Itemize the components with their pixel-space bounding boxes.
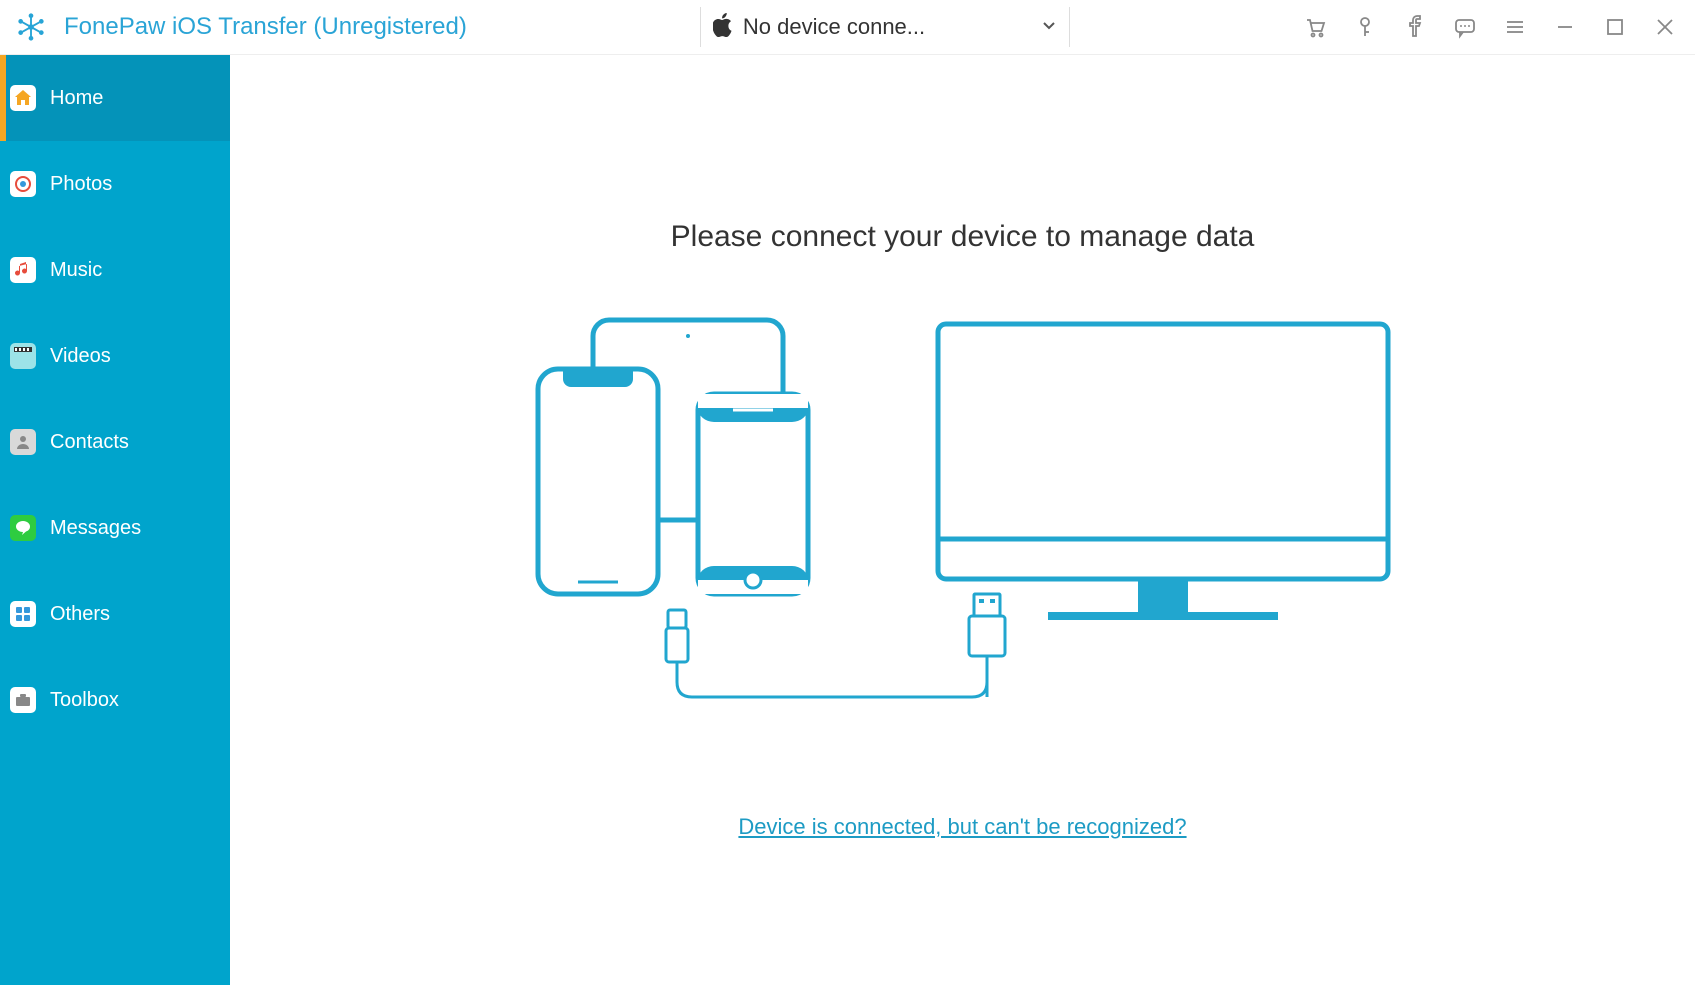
contacts-icon: [10, 429, 36, 455]
home-icon: [10, 85, 36, 111]
feedback-icon[interactable]: [1453, 15, 1477, 39]
facebook-icon[interactable]: [1403, 15, 1427, 39]
sidebar-item-label: Messages: [50, 517, 141, 540]
others-icon: [10, 601, 36, 627]
cart-icon[interactable]: [1303, 15, 1327, 39]
messages-icon: [10, 515, 36, 541]
app-title: FonePaw iOS Transfer (Unregistered): [64, 13, 467, 41]
sidebar-item-others[interactable]: Others: [0, 571, 230, 657]
menu-icon[interactable]: [1503, 15, 1527, 39]
sidebar-item-label: Contacts: [50, 431, 129, 454]
device-selector[interactable]: No device conne...: [700, 7, 1070, 47]
connect-headline: Please connect your device to manage dat…: [671, 220, 1255, 254]
sidebar-item-videos[interactable]: Videos: [0, 313, 230, 399]
sidebar-item-toolbox[interactable]: Toolbox: [0, 657, 230, 743]
chevron-down-icon: [1041, 17, 1057, 38]
sidebar: Home Photos Music Videos: [0, 55, 230, 985]
sidebar-item-label: Music: [50, 259, 102, 282]
videos-icon: [10, 343, 36, 369]
maximize-button[interactable]: [1603, 15, 1627, 39]
music-icon: [10, 257, 36, 283]
sidebar-item-home[interactable]: Home: [0, 55, 230, 141]
main-content: Please connect your device to manage dat…: [230, 55, 1695, 985]
sidebar-item-messages[interactable]: Messages: [0, 485, 230, 571]
toolbar-right: [1303, 15, 1695, 39]
sidebar-item-photos[interactable]: Photos: [0, 141, 230, 227]
sidebar-item-label: Toolbox: [50, 689, 119, 712]
close-button[interactable]: [1653, 15, 1677, 39]
toolbox-icon: [10, 687, 36, 713]
photos-icon: [10, 171, 36, 197]
connect-illustration: [528, 314, 1398, 739]
key-icon[interactable]: [1353, 15, 1377, 39]
not-recognized-link[interactable]: Device is connected, but can't be recogn…: [738, 814, 1186, 840]
sidebar-item-label: Videos: [50, 345, 111, 368]
sidebar-item-label: Others: [50, 603, 110, 626]
app-logo-icon: [16, 12, 46, 42]
sidebar-item-label: Home: [50, 87, 103, 110]
sidebar-item-music[interactable]: Music: [0, 227, 230, 313]
minimize-button[interactable]: [1553, 15, 1577, 39]
apple-icon: [713, 13, 733, 41]
sidebar-item-contacts[interactable]: Contacts: [0, 399, 230, 485]
title-bar: FonePaw iOS Transfer (Unregistered) No d…: [0, 0, 1695, 55]
sidebar-item-label: Photos: [50, 173, 112, 196]
device-selector-label: No device conne...: [743, 14, 925, 40]
